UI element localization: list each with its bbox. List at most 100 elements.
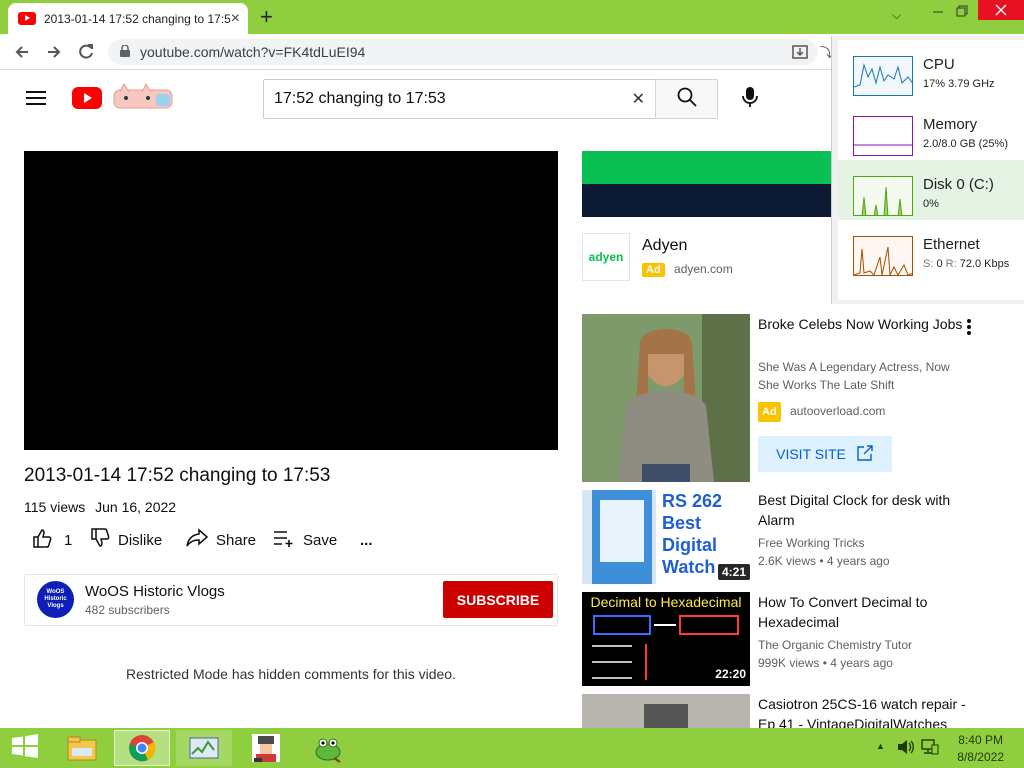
back-button[interactable] [10, 40, 34, 64]
video-title: 2013-01-14 17:52 changing to 17:53 [24, 465, 331, 486]
tm-ethernet-row[interactable]: Ethernet S: 0 R: 72.0 Kbps [838, 220, 1024, 280]
cpu-graph-icon [853, 56, 913, 96]
subscribe-button[interactable]: SUBSCRIBE [443, 581, 553, 618]
search-button[interactable] [655, 79, 718, 119]
voice-search-button[interactable] [734, 83, 766, 115]
more-options-icon[interactable] [966, 318, 972, 341]
clear-search-button[interactable]: ✕ [632, 89, 645, 109]
thumbnail-caption: Decimal to Hexadecimal [590, 594, 742, 610]
more-actions-button[interactable]: ... [360, 529, 373, 551]
url-field[interactable]: youtube.com/watch?v=FK4tdLuEI94 [108, 39, 818, 65]
pixel-app-taskbar-icon[interactable] [238, 730, 294, 766]
new-tab-button[interactable]: + [260, 4, 273, 30]
memory-label: Memory [923, 116, 978, 133]
channel-name[interactable]: WoOS Historic Vlogs [85, 583, 225, 600]
channel-avatar[interactable]: WoOS Historic Vlogs [37, 581, 74, 618]
memory-graph-icon [853, 116, 913, 156]
visit-site-label: VISIT SITE [776, 446, 846, 462]
sponsored-item[interactable]: Broke Celebs Now Working Jobs She Was A … [582, 314, 982, 484]
dislike-button[interactable]: Dislike [90, 528, 163, 552]
share-button[interactable]: Share [186, 528, 257, 551]
youtube-logo-icon[interactable] [72, 87, 102, 114]
related-video-item[interactable]: RS 262 Best Digital Watch 4:21 Best Digi… [582, 490, 982, 584]
related-channel[interactable]: The Organic Chemistry Tutor [758, 636, 912, 654]
cpu-value: 17% 3.79 GHz [923, 78, 995, 90]
related-title[interactable]: Casiotron 25CS-16 watch repair - Ep 41 -… [758, 694, 978, 728]
playlist-add-icon [273, 529, 295, 551]
microphone-icon [742, 86, 758, 113]
forward-button[interactable] [42, 40, 66, 64]
reload-button[interactable] [74, 40, 98, 64]
browser-tab[interactable]: 2013-01-14 17:52 changing to 17:53 × [8, 3, 248, 34]
disk-graph-icon [853, 176, 913, 216]
task-manager-window: CPU 17% 3.79 GHz Memory 2.0/8.0 GB (25%)… [831, 36, 1024, 304]
external-link-icon [856, 444, 874, 465]
task-manager-taskbar-icon[interactable] [176, 730, 232, 766]
related-thumbnail[interactable]: RS 262 Best Digital Watch 4:21 [582, 490, 750, 584]
tab-search-icon[interactable]: ⌵ [892, 8, 901, 23]
menu-icon[interactable] [26, 90, 46, 111]
search-query: 17:52 changing to 17:53 [274, 90, 446, 107]
close-window-button[interactable] [978, 0, 1024, 20]
disk-label: Disk 0 (C:) [923, 176, 994, 193]
chrome-taskbar-icon[interactable] [114, 730, 170, 766]
ad-brand-name[interactable]: Adyen [642, 237, 687, 255]
sponsored-description: She Was A Legendary Actress, Now She Wor… [758, 360, 950, 392]
dislike-label: Dislike [118, 531, 163, 549]
related-title[interactable]: Best Digital Clock for desk with Alarm [758, 490, 964, 530]
related-thumbnail[interactable]: Decimal to Hexadecimal 22:20 [582, 592, 750, 686]
show-hidden-icons-chevron-icon[interactable]: ▲ [876, 741, 885, 751]
memory-value: 2.0/8.0 GB (25%) [923, 138, 1008, 150]
visit-site-button[interactable]: VISIT SITE [758, 436, 892, 472]
restore-button[interactable] [946, 2, 978, 22]
ad-domain[interactable]: adyen.com [674, 262, 733, 276]
ethernet-receive-label: R: [945, 258, 957, 270]
search-input[interactable]: 17:52 changing to 17:53 ✕ [263, 79, 656, 119]
channel-row: WoOS Historic Vlogs WoOS Historic Vlogs … [24, 574, 558, 626]
youtube-favicon-icon [18, 12, 36, 25]
related-video-item[interactable]: Decimal to Hexadecimal 22:20 How To Conv… [582, 592, 982, 686]
view-count: 115 views [24, 499, 86, 515]
video-meta: 115 views Jun 16, 2022 [24, 499, 176, 515]
tm-memory-row[interactable]: Memory 2.0/8.0 GB (25%) [838, 100, 1024, 160]
video-duration: 4:21 [717, 564, 750, 580]
save-label: Save [303, 531, 338, 549]
save-button[interactable]: Save [273, 529, 337, 551]
subscriber-count: 482 subscribers [85, 603, 170, 617]
frog-app-taskbar-icon[interactable] [300, 730, 356, 766]
browser-tab-strip: 2013-01-14 17:52 changing to 17:53 × + ⌵ [0, 0, 1024, 34]
system-clock[interactable]: 8:40 PM 8/8/2022 [957, 732, 1004, 766]
video-player[interactable] [24, 151, 558, 450]
ethernet-send-label: S: [923, 258, 934, 270]
related-thumbnail[interactable] [582, 694, 750, 728]
ethernet-receive-value: 72.0 Kbps [959, 258, 1010, 270]
cpu-label: CPU [923, 56, 955, 73]
sponsored-domain[interactable]: autooverload.com [790, 404, 885, 418]
ad-banner-image[interactable] [582, 151, 842, 217]
share-label: Share [216, 531, 257, 549]
related-video-item[interactable]: Casiotron 25CS-16 watch repair - Ep 41 -… [582, 694, 982, 728]
tm-cpu-row[interactable]: CPU 17% 3.79 GHz [838, 40, 1024, 100]
sponsored-title[interactable]: Broke Celebs Now Working Jobs [758, 314, 964, 334]
restricted-mode-notice: Restricted Mode has hidden comments for … [126, 666, 456, 682]
volume-icon[interactable] [897, 739, 915, 760]
network-icon[interactable] [921, 739, 939, 760]
like-count: 1 [64, 531, 73, 549]
like-button[interactable]: 1 [32, 529, 72, 551]
file-explorer-taskbar-icon[interactable] [54, 730, 110, 766]
lock-icon[interactable] [120, 44, 130, 60]
cat-doodle-icon[interactable] [112, 82, 174, 115]
banner-navy-stripe [582, 184, 842, 217]
related-channel[interactable]: Free Working Tricks [758, 534, 864, 552]
disk-value: 0% [923, 198, 939, 210]
related-title[interactable]: How To Convert Decimal to Hexadecimal [758, 592, 964, 632]
tm-disk-row[interactable]: Disk 0 (C:) 0% [838, 160, 1024, 220]
ethernet-send-value: 0 [936, 258, 943, 270]
tab-close-button[interactable]: × [231, 10, 240, 28]
banner-green-stripe [582, 151, 842, 184]
install-app-icon[interactable] [792, 44, 808, 65]
adyen-logo[interactable]: adyen [582, 233, 630, 281]
start-button[interactable] [0, 730, 50, 766]
sponsored-thumbnail[interactable] [582, 314, 750, 482]
thumbs-down-icon [90, 528, 110, 552]
